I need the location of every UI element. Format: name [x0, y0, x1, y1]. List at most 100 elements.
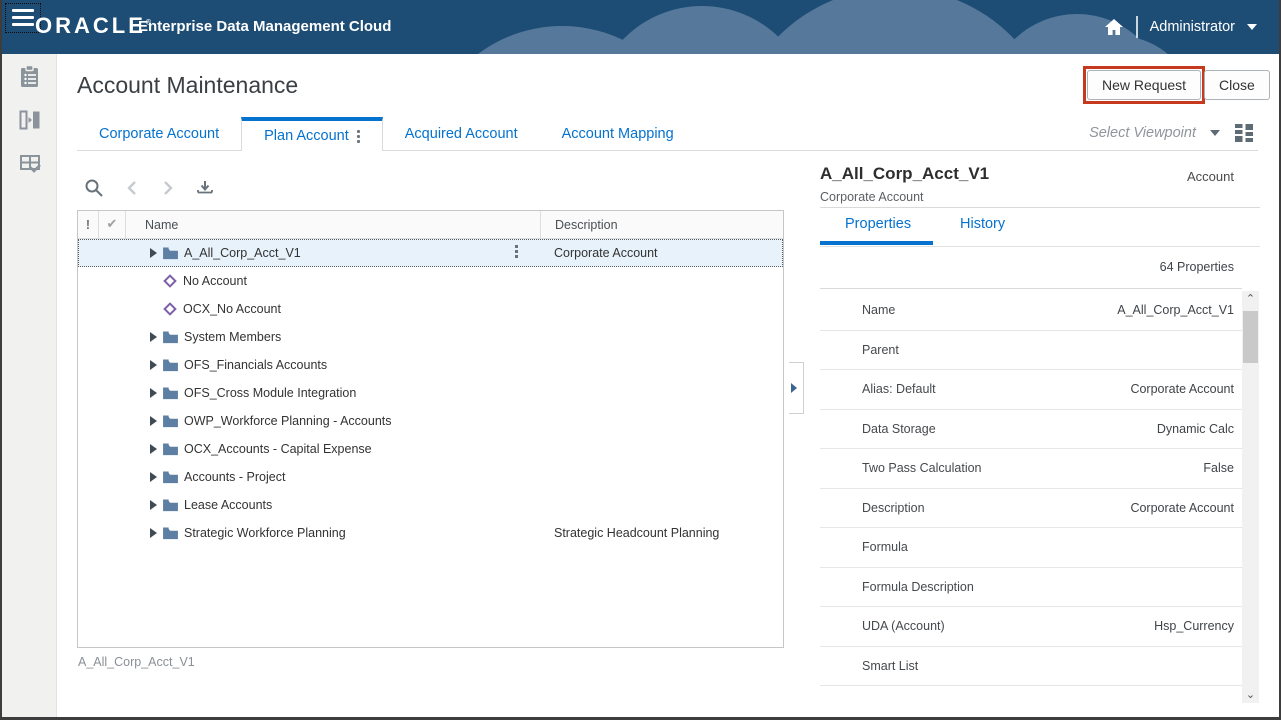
tree-row-label: OFS_Cross Module Integration — [184, 386, 356, 400]
property-value: False — [1203, 461, 1242, 475]
tree-row-label: No Account — [183, 274, 247, 288]
tree-row[interactable]: OCX_Accounts - Capital Expense — [78, 435, 783, 463]
property-value: Corporate Account — [1130, 382, 1242, 396]
home-icon[interactable] — [1104, 18, 1124, 37]
expand-icon[interactable] — [150, 444, 157, 454]
tree-row-label: System Members — [184, 330, 281, 344]
user-menu-caret-icon[interactable] — [1247, 24, 1257, 30]
expand-icon[interactable] — [150, 360, 157, 370]
expand-icon[interactable] — [150, 388, 157, 398]
page-title: Account Maintenance — [77, 72, 298, 99]
next-chevron-icon[interactable] — [160, 179, 176, 197]
detail-node-type: Account — [1187, 169, 1234, 184]
properties-count: 64 Properties — [1160, 260, 1234, 274]
tree-row-label: OFS_Financials Accounts — [184, 358, 327, 372]
user-menu-label[interactable]: Administrator — [1150, 19, 1235, 35]
hamburger-menu-icon[interactable] — [12, 9, 34, 26]
folder-icon — [163, 247, 178, 260]
close-button[interactable]: Close — [1204, 70, 1270, 100]
column-header-name[interactable]: Name — [126, 211, 540, 239]
property-row[interactable]: Alias: Default Corporate Account — [820, 370, 1242, 410]
expand-icon[interactable] — [150, 500, 157, 510]
folder-icon — [163, 527, 178, 540]
folder-icon — [163, 443, 178, 456]
views-grid-check-icon[interactable] — [18, 152, 42, 176]
tree-row[interactable]: OWP_Workforce Planning - Accounts — [78, 407, 783, 435]
tree-row[interactable]: A_All_Corp_Acct_V1 Corporate Account — [78, 239, 783, 267]
property-label: Formula — [820, 540, 908, 554]
property-row[interactable]: Smart List — [820, 647, 1242, 687]
viewpoint-placeholder[interactable]: Select Viewpoint — [1089, 125, 1196, 141]
property-label: Formula Description — [820, 580, 974, 594]
tree-toolbar — [84, 176, 214, 200]
topbar-divider — [1136, 16, 1138, 38]
property-row[interactable]: Formula Description — [820, 568, 1242, 608]
new-request-annotation-highlight: New Request — [1083, 66, 1205, 104]
new-request-button[interactable]: New Request — [1087, 70, 1201, 100]
property-label: UDA (Account) — [820, 619, 945, 633]
compare-panels-icon[interactable] — [18, 108, 42, 132]
column-header-alert[interactable]: ! — [78, 211, 99, 238]
download-icon[interactable] — [196, 179, 214, 197]
property-label: Data Storage — [820, 422, 936, 436]
divider — [820, 207, 1260, 208]
folder-icon — [163, 331, 178, 344]
column-header-check[interactable]: ✔ — [99, 211, 126, 238]
property-row[interactable]: Description Corporate Account — [820, 489, 1242, 529]
requests-clipboard-icon[interactable] — [18, 64, 42, 88]
tree-header-row: ! ✔ Name Description — [78, 211, 783, 239]
tab-menu-dots-icon[interactable] — [357, 130, 360, 143]
splitter-expand-icon — [791, 383, 797, 393]
property-value: Corporate Account — [1130, 501, 1242, 515]
property-row[interactable]: Parent — [820, 331, 1242, 371]
expand-icon[interactable] — [150, 528, 157, 538]
scroll-up-icon[interactable]: ⌃ — [1242, 291, 1259, 307]
tree-row[interactable]: No Account — [78, 267, 783, 295]
scroll-down-icon[interactable]: ⌄ — [1242, 687, 1259, 703]
tree-row[interactable]: OFS_Financials Accounts — [78, 351, 783, 379]
tab-plan-account[interactable]: Plan Account — [241, 117, 383, 151]
expand-icon[interactable] — [150, 472, 157, 482]
folder-icon — [163, 471, 178, 484]
tree-row[interactable]: OCX_No Account — [78, 295, 783, 323]
property-row[interactable]: UDA (Account) Hsp_Currency — [820, 607, 1242, 647]
selected-member-path: A_All_Corp_Acct_V1 — [78, 655, 195, 669]
tab-corporate-account[interactable]: Corporate Account — [77, 118, 241, 150]
tab-history[interactable]: History — [960, 216, 1005, 232]
panel-splitter-handle[interactable] — [789, 362, 804, 414]
dimension-tab-bar: Corporate Account Plan Account Acquired … — [77, 117, 1258, 151]
property-row[interactable]: Formula — [820, 528, 1242, 568]
tab-properties[interactable]: Properties — [845, 216, 911, 232]
property-row[interactable]: Name A_All_Corp_Acct_V1 — [820, 291, 1242, 331]
scrollbar-thumb[interactable] — [1243, 311, 1258, 363]
property-label: Name — [820, 303, 895, 317]
property-row[interactable]: Two Pass Calculation False — [820, 449, 1242, 489]
tab-plan-account-label: Plan Account — [264, 122, 349, 151]
expand-icon[interactable] — [150, 416, 157, 426]
tree-row[interactable]: Accounts - Project — [78, 463, 783, 491]
tree-row[interactable]: System Members — [78, 323, 783, 351]
search-icon[interactable] — [84, 178, 104, 198]
tree-row-label: OCX_No Account — [183, 302, 281, 316]
left-icon-rail — [2, 54, 57, 717]
property-row[interactable]: Data Storage Dynamic Calc — [820, 410, 1242, 450]
tree-row[interactable]: Lease Accounts — [78, 491, 783, 519]
tree-row[interactable]: Strategic Workforce Planning Strategic H… — [78, 519, 783, 547]
member-tree-table: ! ✔ Name Description A_All_Corp_Acct_V1 … — [77, 210, 784, 648]
expand-icon[interactable] — [150, 248, 157, 258]
tab-acquired-account[interactable]: Acquired Account — [383, 118, 540, 150]
viewpoint-caret-icon[interactable] — [1210, 130, 1220, 136]
member-detail-panel: A_All_Corp_Acct_V1 Account Corporate Acc… — [820, 160, 1260, 705]
tab-account-mapping[interactable]: Account Mapping — [540, 118, 696, 150]
tree-row-label: A_All_Corp_Acct_V1 — [184, 246, 301, 260]
viewpoint-layout-icon[interactable] — [1234, 123, 1254, 143]
previous-chevron-icon[interactable] — [124, 179, 140, 197]
tree-row[interactable]: OFS_Cross Module Integration — [78, 379, 783, 407]
tree-row-label: Strategic Workforce Planning — [184, 526, 346, 540]
expand-icon[interactable] — [150, 332, 157, 342]
row-menu-dots-icon[interactable] — [515, 245, 518, 258]
column-header-description[interactable]: Description — [540, 211, 783, 238]
tree-row-description: Strategic Headcount Planning — [540, 526, 783, 540]
properties-scrollbar[interactable]: ⌃ ⌄ — [1242, 291, 1259, 703]
folder-icon — [163, 387, 178, 400]
